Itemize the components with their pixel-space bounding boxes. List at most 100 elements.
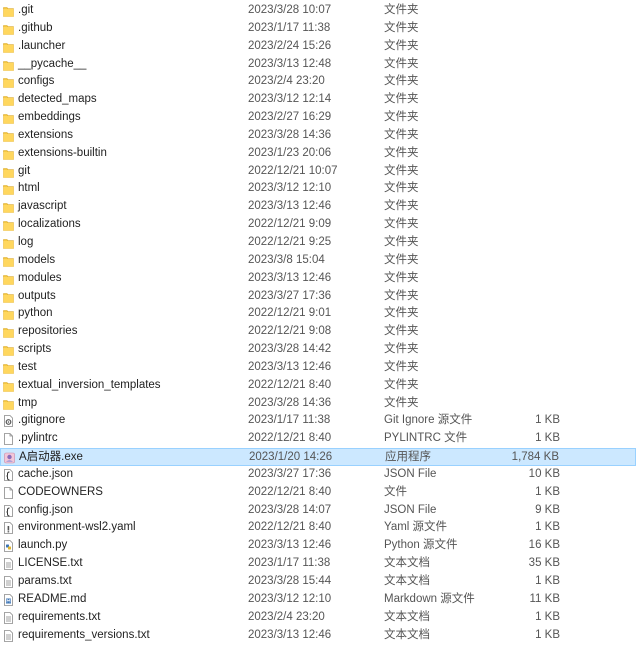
file-name: tmp <box>18 396 38 409</box>
file-row[interactable]: cache.json 2023/3/27 17:36 JSON File 10 KB <box>0 466 636 484</box>
file-row[interactable]: extensions-builtin 2023/1/23 20:06 文件夹 <box>0 145 636 163</box>
file-date-modified: 2022/12/21 10:07 <box>248 164 338 177</box>
file-name: configs <box>18 75 55 88</box>
text-file-icon <box>3 558 14 571</box>
file-size: 1 KB <box>535 414 560 427</box>
file-date-modified: 2023/3/28 15:44 <box>248 575 332 587</box>
file-row[interactable]: LICENSE.txt 2023/1/17 11:38 文本文档 35 KB <box>0 555 636 573</box>
file-type: JSON File <box>384 503 437 516</box>
file-name: A启动器.exe <box>19 451 83 464</box>
file-size: 1 KB <box>535 628 560 641</box>
file-row[interactable]: detected_maps 2023/3/12 12:14 文件夹 <box>0 91 636 109</box>
file-row[interactable]: python 2022/12/21 9:01 文件夹 <box>0 305 636 323</box>
file-row[interactable]: .launcher 2023/2/24 15:26 文件夹 <box>0 38 636 56</box>
file-date-modified: 2023/3/28 14:07 <box>248 503 332 516</box>
file-date-modified: 2022/12/21 8:40 <box>248 432 332 445</box>
file-type: 文件夹 <box>384 164 419 177</box>
file-row[interactable]: localizations 2022/12/21 9:09 文件夹 <box>0 216 636 234</box>
file-row[interactable]: extensions 2023/3/28 14:36 文件夹 <box>0 127 636 145</box>
file-type: PYLINTRC 文件 <box>384 432 468 445</box>
file-row[interactable]: params.txt 2023/3/28 15:44 文本文档 1 KB <box>0 573 636 591</box>
folder-icon <box>3 94 14 107</box>
file-size: 1 KB <box>535 521 560 534</box>
file-row[interactable]: git 2022/12/21 10:07 文件夹 <box>0 163 636 181</box>
file-name: html <box>18 182 40 195</box>
folder-icon <box>3 41 14 53</box>
file-row[interactable]: .git 2023/3/28 10:07 文件夹 <box>0 2 636 20</box>
file-row[interactable]: test 2023/3/13 12:46 文件夹 <box>0 359 636 377</box>
file-type: 文件夹 <box>384 146 419 159</box>
file-date-modified: 2023/3/13 12:46 <box>248 360 332 373</box>
file-size: 35 KB <box>528 557 560 570</box>
folder-icon <box>3 130 14 142</box>
file-row[interactable]: log 2022/12/21 9:25 文件夹 <box>0 234 636 252</box>
file-row[interactable]: javascript 2023/3/13 12:46 文件夹 <box>0 198 636 216</box>
file-icon <box>3 433 14 446</box>
file-name: localizations <box>18 218 81 231</box>
file-name: .pylintrc <box>18 432 58 445</box>
file-type: 文本文档 <box>384 610 430 623</box>
file-date-modified: 2022/12/21 8:40 <box>248 485 332 498</box>
python-file-icon <box>3 540 14 553</box>
folder-icon <box>3 23 14 35</box>
file-row[interactable]: modules 2023/3/13 12:46 文件夹 <box>0 270 636 288</box>
file-row[interactable]: CODEOWNERS 2022/12/21 8:40 文件 1 KB <box>0 484 636 502</box>
file-date-modified: 2022/12/21 9:25 <box>248 235 332 248</box>
folder-icon <box>3 398 14 410</box>
file-row[interactable]: launch.py 2023/3/13 12:46 Python 源文件 16 KB <box>0 537 636 555</box>
file-row[interactable]: requirements_versions.txt 2023/3/13 12:46… <box>0 627 636 645</box>
file-row[interactable]: tmp 2023/3/28 14:36 文件夹 <box>0 395 636 413</box>
file-date-modified: 2023/2/27 16:29 <box>248 111 332 124</box>
file-row[interactable]: scripts 2023/3/28 14:42 文件夹 <box>0 341 636 359</box>
file-row[interactable]: outputs 2023/3/27 17:36 文件夹 <box>0 288 636 306</box>
file-date-modified: 2023/1/23 20:06 <box>248 146 332 159</box>
file-type: 文件夹 <box>384 307 419 320</box>
file-type: Markdown 源文件 <box>384 592 475 605</box>
file-name: git <box>18 164 31 177</box>
folder-icon <box>3 76 14 89</box>
file-row[interactable]: embeddings 2023/2/27 16:29 文件夹 <box>0 109 636 127</box>
markdown-file-icon <box>3 593 14 606</box>
file-row[interactable]: repositories 2022/12/21 9:08 文件夹 <box>0 323 636 341</box>
file-row[interactable]: configs 2023/2/4 23:20 文件夹 <box>0 73 636 91</box>
file-name: launch.py <box>18 539 68 552</box>
file-type: 文件夹 <box>384 289 419 302</box>
json-file-icon <box>3 469 14 481</box>
file-row[interactable]: textual_inversion_templates 2022/12/21 8:… <box>0 377 636 395</box>
folder-icon <box>3 273 14 285</box>
file-date-modified: 2023/3/13 12:48 <box>248 57 332 70</box>
file-row[interactable]: models 2023/3/8 15:04 文件夹 <box>0 252 636 270</box>
file-size: 1 KB <box>535 485 560 498</box>
file-type: 文件夹 <box>384 378 419 391</box>
file-date-modified: 2023/3/13 12:46 <box>248 539 332 552</box>
file-name: javascript <box>18 200 67 213</box>
file-row[interactable]: html 2023/3/12 12:10 文件夹 <box>0 180 636 198</box>
file-row[interactable]: .github 2023/1/17 11:38 文件夹 <box>0 20 636 38</box>
gear-file-icon <box>3 415 14 428</box>
file-row[interactable]: config.json 2023/3/28 14:07 JSON File 9 KB <box>0 502 636 520</box>
file-type: 文件夹 <box>384 57 419 70</box>
file-type: 文件夹 <box>384 271 419 284</box>
file-row[interactable]: A启动器.exe 2023/1/20 14:26 应用程序 1,784 KB <box>0 448 636 466</box>
file-type: 文件夹 <box>384 343 419 356</box>
file-type: 文件夹 <box>384 200 419 213</box>
file-type: 文本文档 <box>384 575 430 587</box>
file-row[interactable]: README.md 2023/3/12 12:10 Markdown 源文件 11 K… <box>0 591 636 609</box>
file-name: __pycache__ <box>18 57 87 70</box>
file-row[interactable]: requirements.txt 2023/2/4 23:20 文本文档 1 KB <box>0 609 636 627</box>
file-row[interactable]: .gitignore 2023/1/17 11:38 Git Ignore 源文件 1… <box>0 412 636 430</box>
file-type: 文件夹 <box>384 396 419 409</box>
file-row[interactable]: environment-wsl2.yaml 2022/12/21 8:40 Yaml… <box>0 519 636 537</box>
file-name: .gitignore <box>18 414 66 427</box>
file-type: 文本文档 <box>384 628 430 641</box>
file-icon <box>3 486 14 499</box>
file-row[interactable]: __pycache__ 2023/3/13 12:48 文件夹 <box>0 56 636 74</box>
file-type: 文本文档 <box>384 557 430 570</box>
file-name: models <box>18 253 56 266</box>
file-date-modified: 2023/1/20 14:26 <box>249 451 333 464</box>
file-row[interactable]: .pylintrc 2022/12/21 8:40 PYLINTRC 文件 1 KB <box>0 430 636 448</box>
file-date-modified: 2023/3/28 14:36 <box>248 396 332 409</box>
file-date-modified: 2023/3/28 10:07 <box>248 4 332 16</box>
file-date-modified: 2023/3/12 12:10 <box>248 592 332 605</box>
folder-icon <box>3 201 14 214</box>
